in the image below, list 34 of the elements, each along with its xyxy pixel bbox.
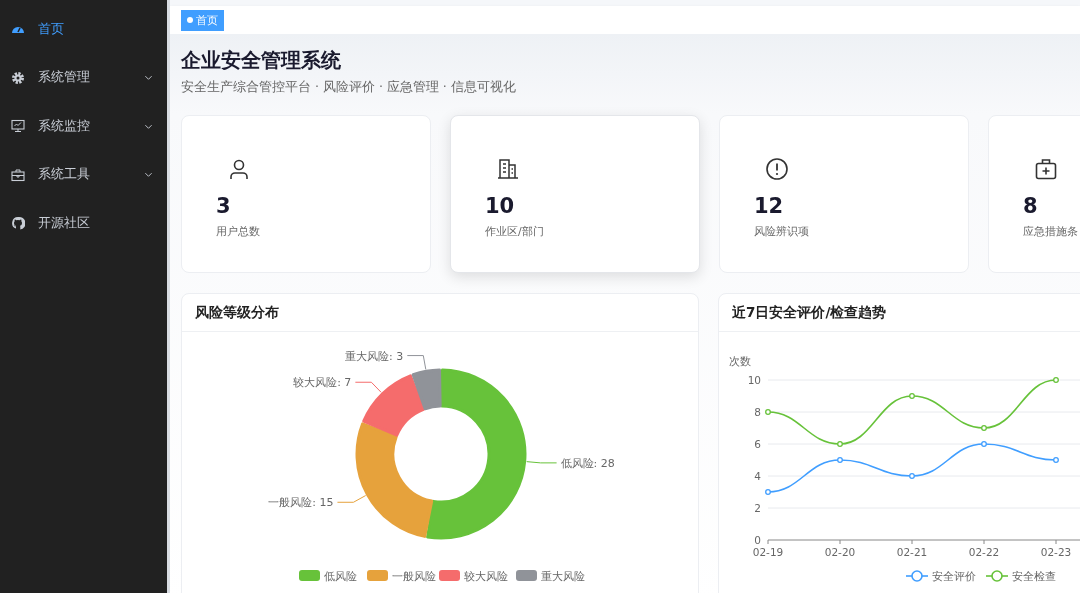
axis-title: 次数: [729, 355, 751, 367]
legend-label: 安全评价: [932, 570, 976, 582]
legend-label: 较大风险: [464, 569, 508, 582]
slice-label: 一般风险: 15: [268, 496, 334, 510]
tick-label: 10: [747, 374, 761, 386]
tick-label: 6: [754, 438, 761, 450]
stat-value: 10: [485, 193, 515, 219]
stat-value: 12: [754, 193, 784, 219]
page-title: 企业安全管理系统: [181, 47, 342, 74]
legend-label: 一般风险: [392, 569, 436, 582]
tick-label: 4: [754, 470, 761, 482]
tick-label: 8: [754, 406, 761, 418]
tick-label: 2: [754, 502, 761, 514]
tick-label: 02-22: [968, 546, 1000, 558]
stat-label: 风险辨识项: [754, 224, 809, 240]
panel-title: 近7日安全评价/检查趋势: [732, 303, 887, 322]
legend-label: 低风险: [324, 569, 357, 582]
tick-label: 02-21: [896, 546, 928, 558]
slice-label: 较大风险: 7: [293, 376, 352, 390]
tick-label: 02-20: [824, 546, 856, 558]
panel-title: 风险等级分布: [195, 303, 279, 322]
stat-label: 作业区/部门: [485, 224, 544, 240]
tick-label: 02-19: [752, 546, 784, 558]
tick-label: 02-23: [1040, 546, 1072, 558]
legend-label: 重大风险: [541, 569, 585, 582]
stat-label: 应急措施条: [1023, 224, 1078, 240]
page-subtitle: 安全生产综合管控平台 · 风险评价 · 应急管理 · 信息可视化: [181, 78, 517, 96]
slice-label: 重大风险: 3: [345, 349, 404, 363]
stat-value: 3: [216, 193, 231, 219]
stat-label: 用户总数: [216, 224, 260, 240]
slice-label: 低风险: 28: [560, 456, 615, 470]
stat-value: 8: [1023, 193, 1038, 219]
legend-label: 安全检查: [1012, 570, 1056, 582]
tick-label: 0: [754, 534, 761, 546]
